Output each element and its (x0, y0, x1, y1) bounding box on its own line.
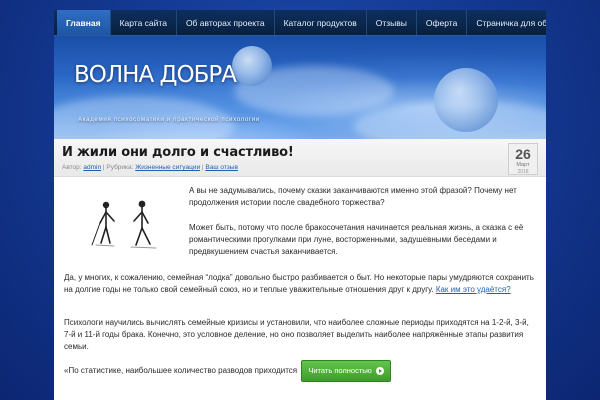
post-header: И жили они долго и счастливо! Автор: adm… (54, 139, 546, 177)
how-do-they-do-it-link[interactable]: Как им это удаётся? (436, 285, 511, 294)
read-more-label: Читать полностью (308, 366, 372, 375)
rubric-prefix: | Рубрика: (101, 164, 136, 171)
main-nav: Главная Карта сайта Об авторах проекта К… (54, 10, 546, 36)
couple-walking-illustration (91, 200, 157, 249)
rubric-link[interactable]: Жизненные ситуации (135, 164, 200, 171)
read-more-button[interactable]: Читать полностью (301, 360, 391, 382)
date-day: 26 (515, 146, 531, 162)
page-wrapper: Главная Карта сайта Об авторах проекта К… (54, 10, 546, 400)
nav-item-reviews[interactable]: Отзывы (367, 10, 417, 35)
date-year: 2018 (517, 169, 529, 175)
post-date: 26 Март 2018 (508, 143, 538, 175)
site-title[interactable]: ВОЛНА ДОБРА (74, 62, 237, 88)
site-header: ВОЛНА ДОБРА Академия психосоматики и пра… (54, 36, 546, 139)
comment-link[interactable]: Ваш отзыв (205, 164, 238, 171)
paragraph-5-text: «По статистике, наибольшее количество ра… (64, 366, 298, 376)
post: И жили они долго и счастливо! Автор: adm… (54, 139, 546, 400)
nav-item-sitemap[interactable]: Карта сайта (111, 10, 177, 35)
author-link[interactable]: admin (83, 164, 101, 171)
paragraph-1: А вы не задумывались, почему сказки зака… (189, 186, 517, 207)
nav-item-home[interactable]: Главная (57, 10, 111, 35)
nav-item-offer[interactable]: Оферта (417, 10, 468, 35)
paragraph-3: Да, у многих, к сожалению, семейная “лод… (64, 272, 536, 296)
nav-item-about-authors[interactable]: Об авторах проекта (177, 10, 275, 35)
author-prefix: Автор: (62, 164, 84, 171)
post-title[interactable]: И жили они долго и счастливо! (62, 145, 546, 160)
nav-item-catalog[interactable]: Каталог продуктов (275, 10, 367, 35)
paragraph-2: Может быть, потому что после бракосочета… (189, 223, 524, 256)
arrow-right-icon (375, 367, 384, 376)
date-month: Март (516, 162, 530, 168)
header-planet (232, 46, 272, 86)
paragraph-4: Психологи научились вычислять семейные к… (64, 318, 529, 351)
header-planet (434, 68, 498, 132)
paragraph-5: «По статистике, наибольшее количество ра… (64, 360, 536, 382)
site-subtitle: Академия психосоматики и практической пс… (78, 116, 260, 123)
post-meta: Автор: admin | Рубрика: Жизненные ситуац… (62, 164, 546, 171)
nav-item-chat-page[interactable]: Страничка для общения (467, 10, 546, 35)
